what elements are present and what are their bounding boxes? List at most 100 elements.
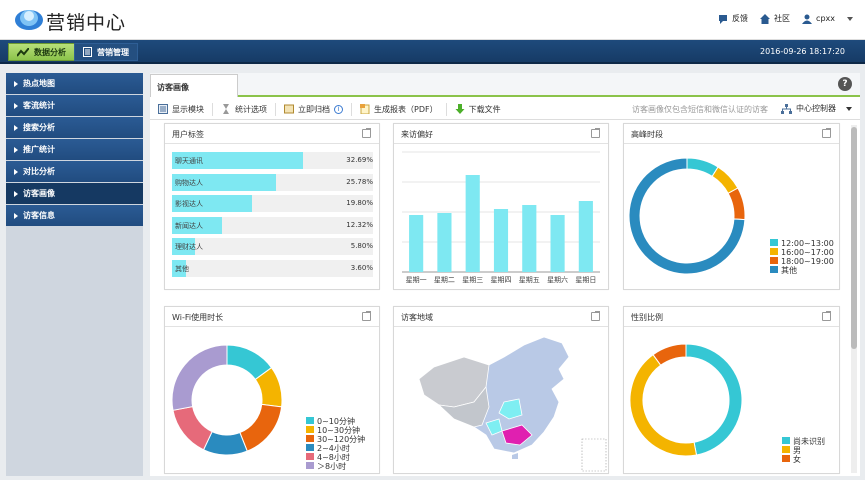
info-icon[interactable]: i bbox=[334, 104, 343, 114]
sidebar-item-compare[interactable]: 对比分析 bbox=[6, 161, 143, 182]
legend-swatch bbox=[770, 257, 778, 264]
donut-slice bbox=[685, 343, 743, 456]
export-icon[interactable] bbox=[822, 311, 831, 321]
legend-swatch bbox=[770, 239, 778, 246]
export-icon[interactable] bbox=[822, 128, 831, 138]
panel-title: 性别比例 bbox=[631, 313, 663, 322]
sidebar-item-promotion[interactable]: 推广统计 bbox=[6, 139, 143, 160]
chevron-down-icon bbox=[847, 16, 853, 21]
export-icon[interactable] bbox=[362, 311, 371, 321]
scrollbar[interactable] bbox=[851, 125, 857, 473]
legend-label: 其他 bbox=[781, 265, 797, 275]
label: 生成报表（PDF） bbox=[374, 104, 438, 114]
main-content: 访客画像 ? 显示模块 统计选项 立即归档 i 生成报表（PDF） 下载文件 访… bbox=[150, 73, 860, 476]
legend-label: ＞8小时 bbox=[317, 461, 346, 471]
tag-label: 影视达人 bbox=[175, 200, 203, 208]
tab-label: 营销管理 bbox=[97, 47, 129, 57]
wifi-usage-chart: 0~10分钟10~30分钟30~120分钟2~4小时4~8小时＞8小时 bbox=[171, 344, 365, 471]
donut-slice bbox=[727, 187, 746, 221]
legend-label: 30~120分钟 bbox=[317, 434, 365, 444]
controller-label: 中心控制器 bbox=[796, 104, 836, 113]
legend-label: 0~10分钟 bbox=[317, 416, 355, 426]
download-icon bbox=[455, 104, 465, 114]
bar bbox=[437, 213, 452, 272]
tag-row: 影视达人 19.80% bbox=[172, 195, 373, 212]
peak-hours-chart: 12:00~13:0016:00~17:0018:00~19:00其他 bbox=[628, 157, 834, 275]
donut-slice bbox=[652, 343, 687, 366]
x-tick-label: 星期二 bbox=[434, 276, 455, 284]
feedback-label: 反馈 bbox=[732, 14, 749, 23]
tab-visitor-profile[interactable]: 访客画像 bbox=[150, 74, 238, 97]
feedback-icon bbox=[719, 14, 728, 24]
sidebar-item-heatmap[interactable]: 热点地图 bbox=[6, 73, 143, 94]
donut-slice bbox=[171, 344, 228, 411]
panel-user-tags: 用户标签 聊天通讯 32.69% 购物达人 25.78% 影视达人 19.80% 新闻达人 1… bbox=[164, 123, 380, 290]
export-icon[interactable] bbox=[591, 311, 600, 321]
legend-swatch bbox=[306, 435, 314, 442]
page-tabbar: 访客画像 ? bbox=[150, 73, 860, 97]
legend-swatch bbox=[306, 417, 314, 424]
top-header: 营销中心 反馈 社区 cpxx bbox=[0, 0, 865, 40]
scrollbar-thumb[interactable] bbox=[851, 127, 857, 349]
legend-label: 16:00~17:00 bbox=[781, 248, 834, 257]
download-button[interactable]: 下载文件 bbox=[447, 103, 509, 116]
module-icon bbox=[158, 104, 168, 114]
legend-label: 女 bbox=[793, 454, 801, 464]
legend-label: 18:00~19:00 bbox=[781, 257, 834, 266]
export-icon[interactable] bbox=[591, 128, 600, 138]
panel-title: 用户标签 bbox=[172, 130, 204, 139]
tag-row: 理财达人 5.80% bbox=[172, 238, 373, 255]
sidebar-item-search[interactable]: 搜索分析 bbox=[6, 117, 143, 138]
legend-swatch bbox=[782, 437, 790, 444]
help-icon[interactable]: ? bbox=[838, 77, 852, 91]
panel-visitor-region: 访客地域 bbox=[393, 306, 609, 474]
bar bbox=[522, 205, 537, 272]
tab-data-analysis[interactable]: 数据分析 bbox=[8, 43, 75, 61]
tag-value: 25.78% bbox=[346, 177, 373, 186]
x-tick-label: 星期六 bbox=[547, 275, 568, 284]
tag-value: 5.80% bbox=[350, 242, 373, 250]
stat-options-button[interactable]: 统计选项 bbox=[213, 102, 276, 116]
panel-title: 来访偏好 bbox=[401, 130, 433, 139]
tag-label: 其他 bbox=[175, 264, 189, 273]
tab-marketing[interactable]: 营销管理 bbox=[74, 43, 138, 61]
toolbar-note: 访客画像仅包含短信和微信认证的访客 bbox=[632, 105, 768, 114]
network-icon bbox=[781, 103, 792, 114]
chevron-down-icon bbox=[846, 106, 852, 111]
legend-swatch bbox=[306, 444, 314, 451]
label: 显示模块 bbox=[172, 104, 204, 114]
sidebar-item-visitor-profile[interactable]: 访客画像 bbox=[6, 183, 143, 204]
generate-report-button[interactable]: 生成报表（PDF） bbox=[352, 102, 447, 116]
tag-row: 购物达人 25.78% bbox=[172, 173, 373, 191]
china-map bbox=[418, 336, 607, 472]
tag-value: 32.69% bbox=[346, 156, 373, 164]
main-nav: 数据分析 营销管理 2016-09-26 18:17:20 bbox=[0, 40, 865, 64]
bar bbox=[493, 209, 509, 272]
show-modules-button[interactable]: 显示模块 bbox=[150, 102, 213, 116]
legend-label: 12:00~13:00 bbox=[781, 239, 834, 248]
tag-row: 其他 3.60% bbox=[172, 259, 373, 277]
tag-label: 购物达人 bbox=[175, 178, 203, 187]
x-tick-label: 星期四 bbox=[491, 276, 512, 284]
legend-label: 10~30分钟 bbox=[317, 425, 360, 435]
user-menu[interactable]: cpxx bbox=[802, 14, 853, 24]
gender-ratio-chart: 尚未识别男女 bbox=[629, 343, 825, 464]
bar bbox=[465, 175, 480, 272]
export-icon[interactable] bbox=[362, 128, 371, 138]
bar bbox=[550, 215, 565, 272]
community-label: 社区 bbox=[774, 14, 791, 23]
center-controller-dropdown[interactable]: 中心控制器 bbox=[781, 103, 852, 114]
sidebar-item-visitor-info[interactable]: 访客信息 bbox=[6, 205, 143, 226]
archive-button[interactable]: 立即归档 i bbox=[276, 102, 352, 116]
legend-label: 尚未识别 bbox=[793, 436, 825, 446]
tag-value: 3.60% bbox=[350, 263, 373, 272]
legend-label: 男 bbox=[793, 446, 801, 455]
tag-label: 聊天通讯 bbox=[175, 157, 203, 165]
tab-label: 数据分析 bbox=[34, 47, 66, 57]
sidebar-item-traffic[interactable]: 客流统计 bbox=[6, 95, 143, 116]
x-tick-label: 星期日 bbox=[575, 276, 596, 284]
feedback-link[interactable]: 反馈 bbox=[718, 13, 748, 24]
panel-peak-hours: 高峰时段 12:00~13:00 16:00~17:00 18:00~19:00 其他 bbox=[623, 123, 840, 290]
community-link[interactable]: 社区 bbox=[760, 13, 790, 24]
app-title: 营销中心 bbox=[46, 12, 127, 34]
